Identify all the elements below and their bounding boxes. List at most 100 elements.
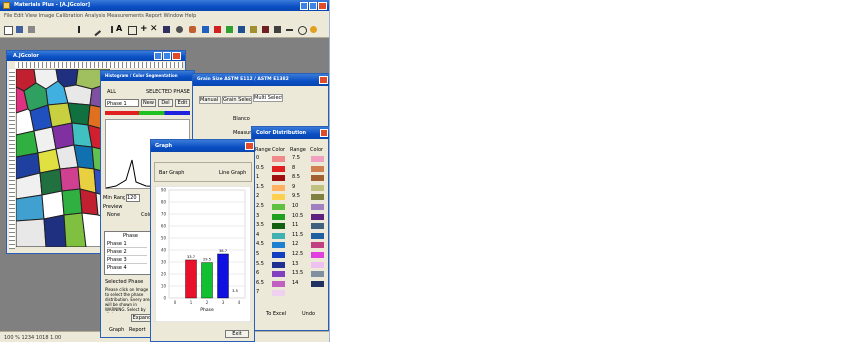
grain-close-button[interactable] [319,76,328,84]
range-value: 13.5 [292,270,304,277]
ruler-top [15,62,183,68]
bar [217,253,229,299]
range-value: 9.5 [292,193,300,200]
header-color-2: Color [310,147,324,153]
grain [59,166,81,192]
range-value: 9 [292,183,296,190]
measure-icon[interactable] [214,26,221,33]
grain [16,218,47,247]
range-value: 7 [256,289,260,296]
table-row[interactable]: Phase 2 [107,249,147,256]
radio-all[interactable]: ALL [107,89,137,95]
color-swatch [272,204,285,210]
image-maximize-button[interactable] [163,52,171,60]
preview-none-option[interactable]: None [107,212,127,218]
scissors-icon[interactable]: ✕ [150,24,158,34]
gear-icon[interactable] [176,26,183,33]
table-row[interactable]: Phase 3 [107,257,147,264]
del-button[interactable]: Del [158,99,173,107]
table-icon[interactable] [274,26,281,33]
report-icon[interactable] [250,26,257,33]
grain [61,188,83,216]
save-icon[interactable] [16,26,23,33]
range-value: 8 [292,164,296,171]
person-icon[interactable] [189,26,196,33]
table-row[interactable]: Phase 1 [107,241,147,248]
edit-button[interactable]: Edit [175,99,190,107]
pointer-icon[interactable] [78,26,87,33]
graph-close-button[interactable] [245,142,254,150]
bar-graph-radio[interactable]: Bar Graph [159,170,193,176]
graph-dialog: Graph Bar Graph Line Graph 0 10 20 30 40 50 60… [150,139,255,342]
color-icon[interactable] [226,26,233,33]
range-value: 3.5 [256,222,264,229]
range-value: 11 [292,222,299,229]
range-value: 0.5 [256,164,264,171]
tab-manual[interactable]: Manual [199,96,221,104]
app-close-button[interactable] [318,2,327,10]
line-graph-radio[interactable]: Line Graph [219,170,251,176]
layers-icon[interactable] [202,26,209,33]
plus-icon[interactable]: + [140,24,148,34]
color-dist-close-button[interactable] [320,129,328,137]
image-close-button[interactable] [172,52,181,60]
minimize-button[interactable] [300,2,308,10]
exit-button[interactable]: Exit [225,330,249,338]
range-value: 6.5 [256,279,264,286]
table-row[interactable]: Phase 4 [107,265,147,271]
menu-items[interactable]: File Edit View Image Calibration Analysi… [4,13,324,19]
camera-icon[interactable] [28,26,35,33]
microstructure-image[interactable] [16,69,110,247]
new-button[interactable]: New [141,99,156,107]
range-value: 2 [256,193,260,200]
to-excel-button[interactable]: To Excel [266,311,288,317]
help-icon[interactable] [310,26,317,33]
x-tick-label: 4 [238,300,241,305]
image-minimize-button[interactable] [154,52,162,60]
color-swatch [311,223,324,230]
color-list: 0 0.5 1 1.5 2 2.5 3 3.5 4 4.5 5 5.5 6 6.5 7 7.5 8 8.5 9 9.5… [252,155,329,305]
y-tick-label: 10 [161,284,167,289]
phase-select[interactable]: Phase 1 [105,99,139,107]
line-tool-icon[interactable] [89,24,102,37]
new-file-icon[interactable] [4,26,13,35]
zoom-icon[interactable] [298,26,307,35]
bar [201,262,213,299]
min-range-label: Min Range [103,195,125,201]
minus-icon[interactable] [286,29,293,31]
undo-button[interactable]: Undo [302,311,318,317]
graph-button[interactable]: Graph [109,327,129,333]
color-swatch [272,290,285,297]
tab-multi-select[interactable]: Multi Select [253,94,283,102]
rectangle-tool-icon[interactable] [128,26,137,35]
grain [41,190,65,220]
range-value: 13 [292,260,299,267]
min-range-input[interactable]: 120 [126,194,140,202]
y-tick-label: 50 [161,236,167,241]
blanco-option[interactable]: Blanco [233,116,263,122]
grid-icon[interactable] [163,26,170,33]
histogram-icon[interactable] [238,26,245,33]
color-swatch [272,252,285,258]
report-button[interactable]: Report [129,327,151,333]
y-tick-label: 60 [161,224,167,229]
y-tick-label: 90 [161,188,167,193]
color-distribution-dialog: Color Distribution Range Color Range Col… [251,126,329,331]
radio-selected-phase[interactable]: SELECTED PHASE [146,89,191,95]
bar-value-label: 33.7 [187,255,195,259]
grain [79,188,99,216]
grain-title: Grain Size ASTM E112 / ASTM E1382 [197,77,289,82]
tab-grain-selection[interactable]: Grain Selection [222,96,252,104]
range-value: 5 [256,251,260,257]
y-tick-label: 70 [161,212,167,217]
header-range-1: Range [255,147,271,153]
maximize-button[interactable] [309,2,317,10]
chart-icon[interactable] [262,26,269,33]
color-swatch [272,280,285,287]
segmentation-title: Histogram / Color Segmentation [105,73,178,78]
ruler-left [9,69,15,249]
app-title-bar: Materials Plus - [A.JGcolor] [0,0,329,11]
color-swatch [272,261,285,268]
text-tool-icon[interactable]: A [116,24,124,33]
pen-tool-icon[interactable] [104,26,113,33]
